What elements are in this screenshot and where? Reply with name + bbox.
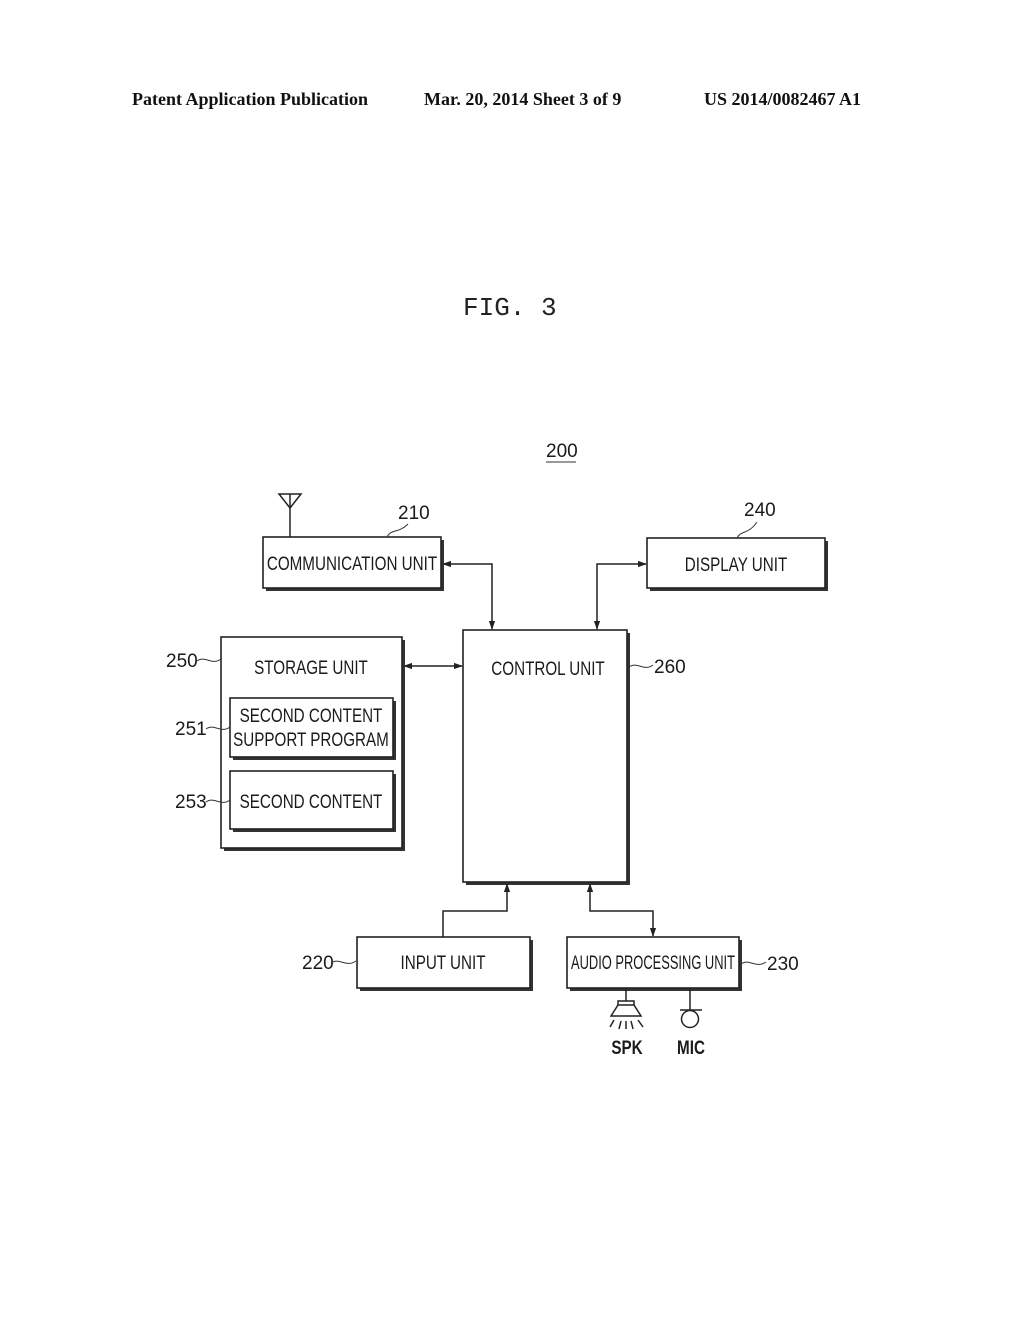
connector-display-control <box>593 560 647 630</box>
control-unit-label: CONTROL UNIT <box>491 659 605 680</box>
ref-253: 253 <box>175 792 207 813</box>
audio-processing-unit-label: AUDIO PROCESSING UNIT <box>571 953 735 974</box>
antenna-icon <box>277 493 303 537</box>
input-unit-block: INPUT UNIT <box>356 936 533 991</box>
control-unit-block: CONTROL UNIT <box>462 629 630 885</box>
ref-240: 240 <box>744 500 776 521</box>
connector-input-control <box>442 883 511 937</box>
support-program-block: SECOND CONTENT SUPPORT PROGRAM <box>229 697 396 760</box>
ref-250: 250 <box>166 651 198 672</box>
ref-210: 210 <box>398 503 430 524</box>
display-unit-block: DISPLAY UNIT <box>646 537 828 591</box>
connector-communication-control <box>442 560 496 630</box>
second-content-label: SECOND CONTENT <box>240 792 383 813</box>
second-content-block: SECOND CONTENT <box>229 770 396 832</box>
leader-250 <box>196 658 222 662</box>
input-unit-label: INPUT UNIT <box>401 953 486 974</box>
ref-230: 230 <box>767 954 799 975</box>
display-unit-label: DISPLAY UNIT <box>685 555 788 576</box>
figure-title: FIG. 3 <box>463 293 557 323</box>
leader-220 <box>330 960 357 964</box>
leader-210 <box>386 523 409 538</box>
communication-unit-label: COMMUNICATION UNIT <box>267 554 438 575</box>
device-ref-number: 200 <box>546 441 578 462</box>
leader-230 <box>740 961 767 965</box>
microphone-icon <box>680 988 702 1029</box>
leader-260 <box>628 664 654 668</box>
ref-260: 260 <box>654 657 686 678</box>
audio-processing-unit-block: AUDIO PROCESSING UNIT <box>566 936 742 991</box>
connector-audio-control <box>586 883 657 937</box>
communication-unit-block: COMMUNICATION UNIT <box>262 536 444 591</box>
ref-251: 251 <box>175 719 207 740</box>
leader-240 <box>736 521 758 539</box>
speaker-label: SPK <box>611 1038 643 1059</box>
speaker-icon <box>609 988 644 1030</box>
block-diagram: FIG. 3 200 COMMUNICATION UNIT 210 DISPLA… <box>166 293 828 1059</box>
microphone-label: MIC <box>677 1038 705 1059</box>
device-reference: 200 <box>546 441 578 463</box>
support-program-label-line2: SUPPORT PROGRAM <box>233 730 389 751</box>
support-program-label-line1: SECOND CONTENT <box>240 706 383 727</box>
storage-unit-label: STORAGE UNIT <box>254 658 368 679</box>
ref-220: 220 <box>302 953 334 974</box>
